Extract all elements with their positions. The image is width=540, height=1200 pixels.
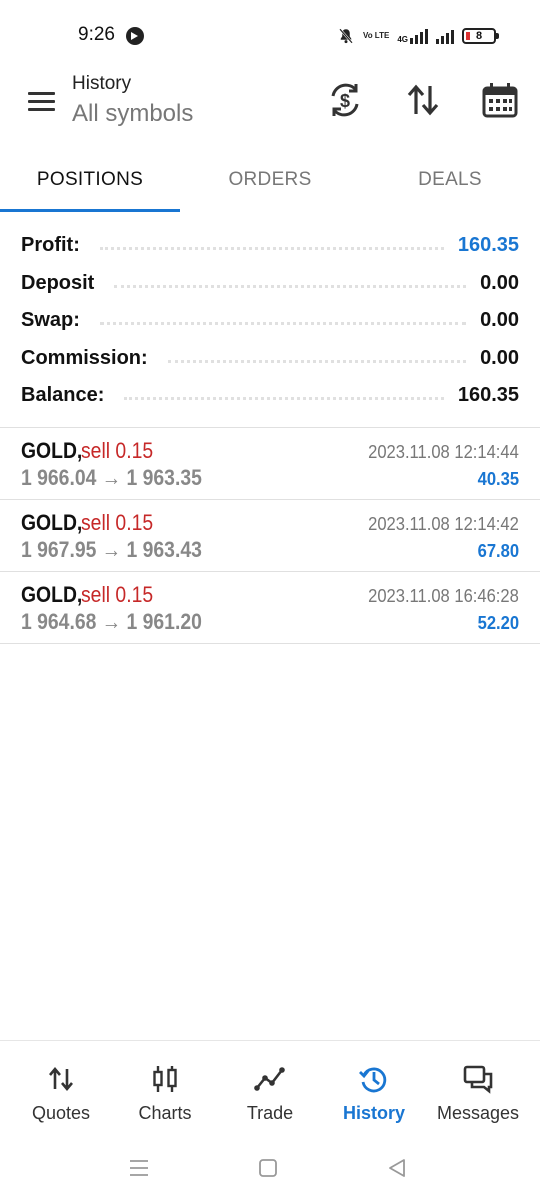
- quotes-icon: [45, 1063, 77, 1095]
- status-time: 9:26: [78, 24, 115, 45]
- status-bar: 9:26 Vo LTE 4G 8: [0, 0, 540, 72]
- deal-time: 2023.11.08 12:14:44: [368, 442, 519, 462]
- dotted-leader: [167, 359, 467, 363]
- summary-swap-row: Swap: 0.00: [21, 301, 519, 339]
- tab-positions[interactable]: POSITIONS: [0, 148, 180, 212]
- deal-side: sell 0.15: [81, 438, 154, 463]
- list-item[interactable]: GOLD, sell 0.15 1 966.04 → 1 963.35 2023…: [0, 428, 540, 500]
- nav-label: Messages: [436, 1103, 520, 1123]
- deal-time: 2023.11.08 16:46:28: [368, 586, 519, 606]
- back-icon[interactable]: [385, 1156, 409, 1180]
- deal-profit: 67.80: [477, 541, 519, 561]
- summary-profit-row: Profit: 160.35: [21, 226, 519, 264]
- deal-symbol: GOLD,: [21, 510, 83, 535]
- telegram-notification-icon: [126, 27, 144, 45]
- deal-prices: 1 967.95 → 1 963.43: [21, 537, 202, 563]
- sort-icon[interactable]: [403, 80, 443, 120]
- arrow-right-icon: →: [101, 537, 122, 562]
- deal-symbol: GOLD,: [21, 582, 83, 607]
- app-header: History All symbols $: [0, 72, 540, 148]
- summary-commission-row: Commission: 0.00: [21, 339, 519, 377]
- recent-apps-icon[interactable]: [127, 1156, 151, 1180]
- trade-icon: [254, 1063, 286, 1095]
- arrow-right-icon: →: [101, 465, 122, 490]
- nav-quotes[interactable]: Quotes: [7, 1041, 115, 1141]
- deal-side: sell 0.15: [81, 582, 154, 607]
- close-price: 1 963.35: [126, 465, 202, 490]
- close-price: 1 963.43: [126, 537, 202, 562]
- deal-symbol: GOLD,: [21, 438, 83, 463]
- page-title: History: [72, 73, 132, 94]
- nav-messages[interactable]: Messages: [424, 1041, 532, 1141]
- nav-label: Charts: [138, 1103, 192, 1123]
- nav-label: Quotes: [31, 1103, 91, 1123]
- symbol-filter[interactable]: All symbols: [72, 100, 193, 128]
- summary-balance-row: Balance: 160.35: [21, 376, 519, 414]
- summary-value: 160.35: [457, 233, 519, 256]
- signal-icon: [436, 28, 454, 44]
- battery-icon: 8: [462, 28, 499, 44]
- nav-label: Trade: [246, 1103, 294, 1123]
- signal-4g-icon: 4G: [397, 28, 428, 44]
- dotted-leader: [114, 284, 467, 288]
- summary-deposit-row: Deposit 0.00: [21, 264, 519, 302]
- summary-label: Swap:: [21, 308, 80, 331]
- dotted-leader: [99, 321, 467, 325]
- menu-icon[interactable]: [26, 89, 56, 113]
- nav-history[interactable]: History: [320, 1041, 428, 1141]
- nav-trade[interactable]: Trade: [216, 1041, 324, 1141]
- nav-charts[interactable]: Charts: [111, 1041, 219, 1141]
- open-price: 1 966.04: [21, 465, 97, 490]
- active-tab-indicator: [0, 209, 180, 212]
- bottom-navigation: Quotes Charts Trade History Messages: [0, 1040, 540, 1140]
- deal-prices: 1 964.68 → 1 961.20: [21, 609, 202, 635]
- summary-value: 0.00: [480, 271, 519, 294]
- tab-deals[interactable]: DEALS: [360, 148, 540, 212]
- tab-orders[interactable]: ORDERS: [180, 148, 360, 212]
- deal-time: 2023.11.08 12:14:42: [368, 514, 519, 534]
- summary-value: 0.00: [480, 308, 519, 331]
- history-tabs: POSITIONS ORDERS DEALS: [0, 148, 540, 214]
- calendar-icon[interactable]: [480, 80, 520, 120]
- nav-label: History: [342, 1103, 405, 1123]
- deal-prices: 1 966.04 → 1 963.35: [21, 465, 202, 491]
- open-price: 1 964.68: [21, 609, 97, 634]
- arrow-right-icon: →: [101, 609, 122, 634]
- summary-label: Deposit: [21, 271, 95, 294]
- divider: [0, 643, 540, 644]
- open-price: 1 967.95: [21, 537, 97, 562]
- messages-icon: [462, 1063, 494, 1095]
- home-icon[interactable]: [256, 1156, 280, 1180]
- list-item[interactable]: GOLD, sell 0.15 1 964.68 → 1 961.20 2023…: [0, 572, 540, 644]
- summary-value: 0.00: [480, 346, 519, 369]
- profit-currency-icon[interactable]: $: [325, 80, 365, 120]
- deal-side: sell 0.15: [81, 510, 154, 535]
- list-item[interactable]: GOLD, sell 0.15 1 967.95 → 1 963.43 2023…: [0, 500, 540, 572]
- battery-level: 8: [475, 30, 483, 42]
- dotted-leader: [99, 246, 444, 250]
- volte-icon: Vo LTE: [362, 31, 390, 40]
- dotted-leader: [124, 396, 444, 400]
- system-navigation-bar: [0, 1140, 540, 1200]
- charts-icon: [149, 1063, 181, 1095]
- close-price: 1 961.20: [126, 609, 202, 634]
- summary-label: Commission:: [21, 346, 148, 369]
- bell-muted-icon: [339, 28, 353, 44]
- history-icon: [358, 1063, 390, 1095]
- deal-profit: 40.35: [477, 469, 519, 489]
- deal-profit: 52.20: [477, 613, 519, 633]
- summary-label: Profit:: [21, 233, 80, 256]
- summary-value: 160.35: [457, 383, 519, 406]
- status-icons: Vo LTE 4G 8: [337, 24, 499, 48]
- svg-text:$: $: [340, 91, 350, 111]
- summary-label: Balance:: [21, 383, 105, 406]
